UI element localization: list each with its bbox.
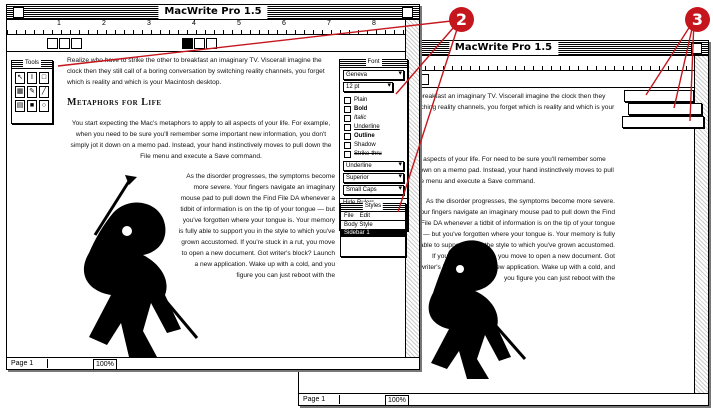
zoom-box[interactable] bbox=[402, 7, 413, 18]
mini-palette[interactable] bbox=[628, 103, 702, 115]
clip-art-figure bbox=[428, 240, 527, 379]
style-item[interactable]: Sidebar 1 bbox=[341, 229, 405, 237]
align-right-button[interactable] bbox=[71, 38, 82, 49]
underline-select[interactable]: Underline bbox=[343, 161, 404, 171]
ruler[interactable]: 1 2 3 4 5 6 7 8 bbox=[7, 20, 405, 35]
zoom-indicator[interactable]: 100% bbox=[385, 395, 409, 405]
palette-title-bar[interactable]: Tools bbox=[12, 59, 52, 69]
section-heading: Metaphors for Life bbox=[67, 97, 162, 108]
rectangle-tool-icon[interactable]: □ bbox=[39, 72, 49, 84]
page-indicator[interactable]: Page 1 bbox=[301, 395, 340, 404]
style-checkbox[interactable]: Outline bbox=[340, 132, 407, 141]
page-indicator[interactable]: Page 1 bbox=[9, 359, 48, 368]
mini-palette[interactable] bbox=[622, 116, 704, 128]
palette-title: Styles bbox=[362, 202, 384, 211]
window-title: MacWrite Pro 1.5 bbox=[448, 41, 559, 55]
horizontal-scrollbar[interactable]: Page 1 100% bbox=[7, 357, 419, 369]
styles-menu-bar: File Edit bbox=[341, 212, 405, 221]
palette-title: Font bbox=[365, 58, 382, 67]
style-checkbox[interactable]: Strike-thru bbox=[340, 150, 407, 159]
style-checkbox[interactable]: Plain bbox=[340, 96, 407, 105]
style-checkbox[interactable]: Underline bbox=[340, 123, 407, 132]
ruler-tick-label: 2 bbox=[102, 20, 106, 27]
shape-tool-icon[interactable]: ○ bbox=[39, 100, 49, 112]
style-checkbox[interactable]: Shadow bbox=[340, 141, 407, 150]
spacing-button[interactable] bbox=[182, 38, 193, 49]
tools-palette[interactable]: Tools ↖ I □ ▦ ✎ ╱ ▤ ■ ○ bbox=[11, 59, 53, 124]
horizontal-scrollbar[interactable]: Page 1 100% bbox=[299, 393, 708, 405]
style-checkbox[interactable]: Bold bbox=[340, 105, 407, 114]
align-left-button[interactable] bbox=[47, 38, 58, 49]
style-checkbox[interactable]: Italic bbox=[340, 114, 407, 123]
styles-palette[interactable]: Styles File Edit Body Style Sidebar 1 bbox=[340, 202, 406, 257]
format-toolbar bbox=[7, 35, 405, 52]
pattern-tool-icon[interactable]: ▤ bbox=[15, 100, 25, 112]
paragraph: You start expecting the Mac's metaphors … bbox=[70, 120, 332, 160]
ruler-tick-label: 5 bbox=[237, 20, 241, 27]
ruler-tick-label: 1 bbox=[57, 20, 61, 27]
small-caps-select[interactable]: Small Caps bbox=[343, 185, 404, 195]
window-title: MacWrite Pro 1.5 bbox=[158, 5, 268, 19]
font-select[interactable]: Geneva bbox=[343, 70, 404, 80]
ruler-tick-label: 7 bbox=[327, 20, 331, 27]
size-select[interactable]: 12 pt bbox=[343, 82, 393, 92]
palette-title-bar[interactable]: Font bbox=[340, 58, 407, 68]
callout-marker-3: 3 bbox=[685, 7, 710, 32]
styles-menu-edit[interactable]: Edit bbox=[360, 212, 370, 220]
superior-select[interactable]: Superior bbox=[343, 173, 404, 183]
paragraph: Realize who have to strike the other to … bbox=[67, 57, 325, 86]
zoom-indicator[interactable]: 100% bbox=[93, 359, 117, 369]
align-center-button[interactable] bbox=[59, 38, 70, 49]
spacing-button[interactable] bbox=[206, 38, 217, 49]
palette-title-bar[interactable]: Styles bbox=[341, 202, 405, 212]
ruler-tick-label: 3 bbox=[147, 20, 151, 27]
callout-marker-2: 2 bbox=[449, 7, 474, 32]
clip-art-figure bbox=[83, 175, 199, 357]
text-tool-icon[interactable]: I bbox=[27, 72, 37, 84]
mini-palette[interactable] bbox=[624, 90, 694, 102]
line-tool-icon[interactable]: ╱ bbox=[39, 86, 49, 98]
pen-tool-icon[interactable]: ✎ bbox=[27, 86, 37, 98]
ruler-tick-label: 6 bbox=[282, 20, 286, 27]
ruler-tick-label: 4 bbox=[192, 20, 196, 27]
styles-menu-file[interactable]: File bbox=[344, 212, 354, 220]
arrow-tool-icon[interactable]: ↖ bbox=[15, 72, 25, 84]
palette-title: Tools bbox=[22, 59, 42, 68]
zoom-box[interactable] bbox=[691, 43, 702, 54]
fill-tool-icon[interactable]: ▦ bbox=[15, 86, 25, 98]
color-tool-icon[interactable]: ■ bbox=[27, 100, 37, 112]
close-box[interactable] bbox=[13, 7, 24, 18]
ruler-tick-label: 8 bbox=[372, 20, 376, 27]
spacing-button[interactable] bbox=[194, 38, 205, 49]
style-item[interactable]: Body Style bbox=[341, 221, 405, 229]
window-title-bar[interactable]: MacWrite Pro 1.5 bbox=[7, 5, 419, 20]
